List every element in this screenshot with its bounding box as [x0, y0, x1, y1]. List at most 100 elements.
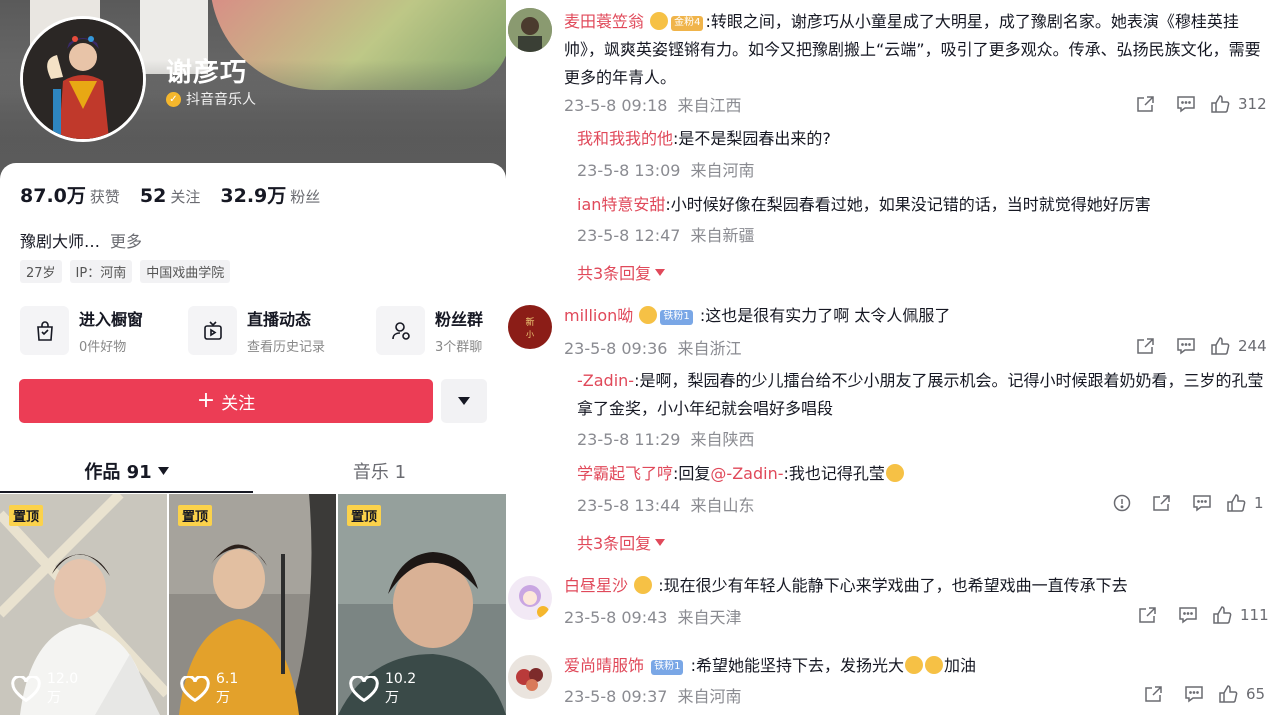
pinned-badge: 置顶 — [9, 505, 44, 526]
reply-username[interactable]: ian特意安甜 — [577, 195, 665, 214]
reply-meta: 23-5-8 11:29 来自陕西 — [577, 426, 754, 450]
comment-username[interactable]: 白昼星沙 — [564, 576, 628, 595]
reply-meta: 23-5-8 12:47 来自新疆 — [577, 222, 754, 246]
commenter-avatar[interactable] — [508, 8, 552, 52]
reply-button[interactable] — [1168, 603, 1208, 627]
feature-shop-title: 进入橱窗 — [79, 310, 144, 329]
bio-more-link[interactable]: 更多 — [110, 232, 142, 251]
feature-live[interactable]: 直播动态 查看历史记录 — [188, 306, 325, 355]
expand-replies-button[interactable]: 共3条回复 — [577, 260, 666, 284]
comment-username[interactable]: 爱尚晴服饰 — [564, 656, 644, 675]
verified-icon: ✓ — [166, 91, 181, 107]
stat-likes-label: 获赞 — [89, 188, 120, 206]
caret-down-icon — [157, 467, 169, 475]
reply-item: 学霸起飞了哼:回复@-Zadin-:我也记得孔莹 — [577, 460, 905, 488]
follow-button[interactable]: + 关注 — [19, 379, 433, 423]
more-options-button[interactable] — [441, 379, 487, 423]
pinned-badge: 置顶 — [178, 505, 213, 526]
share-button[interactable] — [1142, 491, 1182, 515]
like-button[interactable]: 312 — [1210, 95, 1267, 113]
stat-followers-num: 32.9万 — [220, 185, 287, 207]
share-button[interactable] — [1126, 334, 1166, 358]
like-button[interactable]: 244 — [1210, 337, 1267, 355]
video-thumbnail[interactable]: 置顶 12.0万 — [0, 494, 167, 715]
video-likes-count: 12.0万 — [47, 671, 79, 706]
reply-username[interactable]: 我和我我的他 — [577, 129, 673, 148]
commenter-avatar[interactable] — [508, 655, 552, 699]
share-button[interactable] — [1134, 682, 1174, 706]
comment-username[interactable]: million呦 — [564, 306, 633, 325]
share-button[interactable] — [1128, 603, 1168, 627]
comment-location: 来自天津 — [677, 608, 742, 627]
live-tv-icon — [188, 306, 237, 355]
reply-username[interactable]: 学霸起飞了哼 — [577, 464, 673, 483]
caret-down-icon — [655, 268, 666, 276]
heart-icon — [349, 675, 379, 703]
reply-button[interactable] — [1182, 491, 1222, 515]
share-icon — [1139, 607, 1156, 623]
like-button[interactable]: 1 — [1226, 494, 1264, 512]
comment-actions: 312 — [1126, 92, 1267, 116]
reply-button[interactable] — [1174, 682, 1214, 706]
feature-fan-group[interactable]: 粉丝群 3个群聊 — [376, 306, 483, 355]
comment-text-end: 加油 — [943, 656, 976, 675]
comment-meta: 23-5-8 09:18 来自江西 — [564, 92, 741, 116]
stat-followers-label: 粉丝 — [290, 188, 321, 206]
reply-mention[interactable]: @-Zadin- — [710, 464, 783, 483]
fan-group-icon — [376, 306, 425, 355]
profile-avatar[interactable] — [20, 16, 146, 142]
video-thumbnail[interactable]: 置顶 6.1万 — [169, 494, 336, 715]
reply-text: :是啊，梨园春的少儿擂台给不少小朋友了展示机会。记得小时候跟着奶奶看，三岁的孔莹… — [577, 371, 1264, 418]
reply-button[interactable] — [1166, 92, 1206, 116]
share-button[interactable] — [1126, 92, 1166, 116]
comment-date: 23-5-8 09:36 — [564, 339, 668, 358]
video-thumbnail[interactable]: 置顶 10.2万 — [338, 494, 506, 715]
comment-body: 爱尚晴服饰 铁粉1 :希望她能坚持下去，发扬光大 加油 — [564, 652, 976, 680]
follow-label: 关注 — [221, 393, 256, 414]
like-count: 111 — [1240, 606, 1269, 624]
comment-meta: 23-5-8 09:36 来自浙江 — [564, 335, 741, 359]
comment-icon — [1177, 96, 1195, 113]
report-button[interactable] — [1102, 491, 1142, 515]
stat-following[interactable]: 52 关注 — [140, 185, 200, 207]
feature-row: 进入橱窗 0件好物 直播动态 查看历史记录 粉丝群 3个群聊 — [20, 306, 506, 356]
tag-school[interactable]: 中国戏曲学院 — [140, 260, 231, 283]
reply-location: 来自山东 — [690, 496, 755, 515]
reply-meta: 23-5-8 13:44 来自山东 — [577, 492, 754, 516]
fan-badge: 铁粉1 — [660, 309, 693, 325]
reply-item: -Zadin-:是啊，梨园春的少儿擂台给不少小朋友了展示机会。记得小时候跟着奶奶… — [577, 367, 1267, 423]
comment-date: 23-5-8 09:43 — [564, 608, 668, 627]
comment-location: 来自河南 — [677, 687, 742, 706]
reply-button[interactable] — [1166, 334, 1206, 358]
heart-icon — [180, 675, 210, 703]
comment-username[interactable]: 麦田蓑笠翁 — [564, 12, 644, 31]
comment-text: :这也是很有实力了啊 太令人佩服了 — [699, 306, 951, 325]
stat-followers[interactable]: 32.9万 粉丝 — [220, 181, 320, 208]
tab-works[interactable]: 作品 91 — [0, 449, 253, 493]
comment-meta: 23-5-8 09:43 来自天津 — [564, 604, 741, 628]
reply-date: 23-5-8 13:09 — [577, 161, 681, 180]
reply-text: :回复 — [673, 464, 711, 483]
thumbs-up-icon — [1211, 95, 1230, 113]
video-grid: 置顶 12.0万 置顶 6.1万 置顶 10.2万 — [0, 494, 506, 715]
share-icon — [1145, 686, 1162, 702]
like-button[interactable]: 111 — [1212, 606, 1269, 624]
thumbs-up-icon — [1213, 606, 1232, 624]
commenter-avatar[interactable] — [508, 576, 552, 620]
commenter-avatar[interactable]: 新小 — [508, 305, 552, 349]
tab-music[interactable]: 音乐 1 — [253, 449, 506, 493]
share-icon — [1137, 96, 1154, 112]
feature-shop-window[interactable]: 进入橱窗 0件好物 — [20, 306, 143, 355]
video-likes-count: 6.1万 — [216, 671, 239, 706]
expand-replies-label: 共3条回复 — [577, 264, 652, 283]
like-button[interactable]: 65 — [1218, 685, 1265, 703]
video-likes: 6.1万 — [180, 671, 238, 707]
comment-date: 23-5-8 09:18 — [564, 96, 668, 115]
fan-emoji-icon — [634, 576, 653, 594]
tab-works-label: 作品 91 — [84, 462, 152, 483]
comments-panel: 麦田蓑笠翁 金粉4:转眼之间，谢彦巧从小童星成了大明星，成了豫剧名家。她表演《穆… — [506, 0, 1280, 715]
stat-likes[interactable]: 87.0万 获赞 — [20, 181, 120, 208]
reply-username[interactable]: -Zadin- — [577, 371, 634, 390]
comment-icon — [1185, 686, 1203, 703]
expand-replies-button[interactable]: 共3条回复 — [577, 530, 666, 554]
